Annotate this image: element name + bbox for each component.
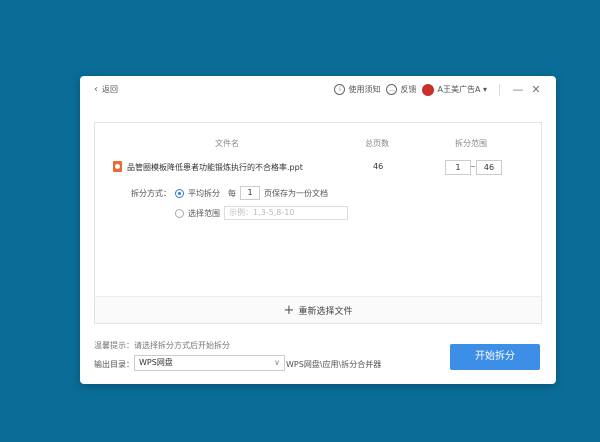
every-label: 每	[228, 188, 236, 198]
info-icon: i	[334, 84, 346, 95]
output-dir-label: 输出目录：	[94, 360, 134, 369]
range-start-input[interactable]: 1	[445, 160, 471, 175]
back-button[interactable]: ‹ 返回	[94, 84, 118, 95]
every-suffix: 页保存为一份文档	[264, 188, 328, 198]
split-option-range: 选择范围 示例：1,3-5,8-10	[175, 206, 348, 220]
chat-icon: …	[386, 84, 398, 95]
help-label: 使用须知	[348, 85, 381, 94]
ppt-icon	[113, 161, 122, 172]
user-label: A王美广告A ▾	[437, 85, 487, 94]
divider	[499, 83, 500, 96]
file-panel: 文件名 总页数 拆分范围 品管圈模板降低患者功能锻炼执行的不合格率.ppt 46…	[94, 122, 542, 324]
range-end-input[interactable]: 46	[476, 160, 502, 175]
pages-per-file-input[interactable]: 1	[240, 186, 260, 200]
header-range: 拆分范围	[455, 139, 487, 148]
output-dir-value: WPS网盘	[139, 358, 173, 367]
minimize-button[interactable]: —	[512, 83, 524, 96]
header-filename: 文件名	[215, 139, 239, 148]
split-mode-label: 拆分方式：	[131, 189, 171, 198]
output-dir-select[interactable]: WPS网盘 ∨	[134, 355, 285, 371]
title-bar-actions: i 使用须知 … 反馈 A王美广告A ▾ — ✕	[334, 83, 542, 96]
reselect-file-button[interactable]: + 重新选择文件	[95, 296, 541, 323]
file-name: 品管圈模板降低患者功能锻炼执行的不合格率.ppt	[127, 163, 303, 172]
plus-icon: +	[283, 302, 295, 318]
help-button[interactable]: i 使用须知	[334, 84, 380, 95]
split-dialog: ‹ 返回 i 使用须知 … 反馈 A王美广告A ▾ — ✕ 文件名 总页数 拆分…	[80, 76, 556, 384]
chevron-left-icon: ‹	[94, 83, 98, 95]
chevron-down-icon: ∨	[274, 358, 280, 367]
range-radio[interactable]	[175, 208, 184, 218]
feedback-button[interactable]: … 反馈	[386, 84, 416, 95]
user-menu[interactable]: A王美广告A ▾	[422, 83, 487, 96]
close-button[interactable]: ✕	[530, 83, 542, 96]
output-path: WPS网盘\应用\拆分合并器	[286, 360, 382, 369]
file-pages: 46	[373, 162, 384, 171]
start-split-button[interactable]: 开始拆分	[450, 344, 540, 370]
split-option-average: 平均拆分 每 1 页保存为一份文档	[175, 186, 328, 200]
avatar	[422, 83, 435, 96]
average-label: 平均拆分	[188, 188, 220, 198]
feedback-label: 反馈	[400, 85, 417, 94]
range-dash	[471, 166, 475, 167]
file-row: 品管圈模板降低患者功能锻炼执行的不合格率.ppt 46 1 46	[95, 160, 541, 175]
header-total-pages: 总页数	[365, 139, 389, 148]
tip-text: 温馨提示：请选择拆分方式后开始拆分	[94, 341, 230, 350]
range-option-label: 选择范围	[188, 208, 220, 218]
average-radio[interactable]	[175, 188, 184, 198]
reselect-label: 重新选择文件	[298, 306, 353, 317]
title-bar: ‹ 返回 i 使用须知 … 反馈 A王美广告A ▾ — ✕	[80, 76, 556, 104]
custom-range-input[interactable]: 示例：1,3-5,8-10	[224, 206, 348, 220]
back-label: 返回	[102, 85, 118, 94]
